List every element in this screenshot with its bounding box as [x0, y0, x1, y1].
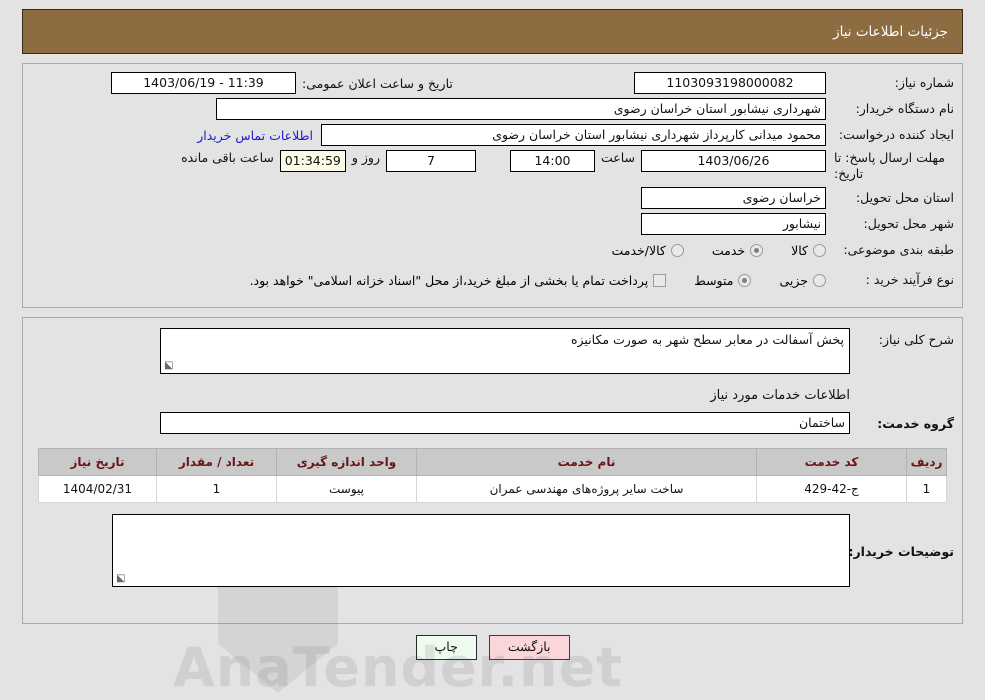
radio-icon-khedmat[interactable] [750, 243, 764, 257]
cell-service-code: ج-42-429 [756, 475, 907, 503]
row-subject-class: طبقه بندی موضوعی: کالا خدمت کالا/خدمت [31, 239, 954, 261]
cell-index: 1 [906, 475, 947, 503]
back-button[interactable]: بازگشت [488, 635, 570, 660]
radio-label-khedmat: خدمت [711, 242, 746, 258]
page-header: جزئیات اطلاعات نیاز [22, 9, 963, 54]
need-number-value: 1103093198000082 [634, 72, 826, 94]
requester-value: محمود میدانی کارپرداز شهرداری نیشابور اس… [321, 124, 826, 146]
col-unit: واحد اندازه گیری [276, 448, 417, 476]
general-desc-label: شرح کلی نیاز: [878, 332, 954, 347]
public-announce-label: تاریخ و ساعت اعلان عمومی: [302, 75, 453, 91]
radio-subject-khedmat[interactable]: خدمت [711, 242, 764, 258]
requester-label: ایجاد کننده درخواست: [838, 127, 954, 143]
deadline-time: 14:00 [509, 150, 595, 172]
need-details-panel: AnaTender.net شرح کلی نیاز: پخش آسفالت د… [22, 317, 963, 699]
general-desc-textarea[interactable]: پخش آسفالت در معابر سطح شهر به صورت مکان… [160, 328, 850, 374]
buyer-notes-label: توضیحات خریدار: [848, 544, 954, 559]
buyer-org-value: شهرداری نیشابور استان خراسان رضوی [216, 98, 826, 120]
buyer-notes-textarea[interactable]: ◪ [112, 514, 850, 587]
deadline-time-word: ساعت [600, 150, 635, 165]
service-group-label: گروه خدمت: [877, 415, 954, 431]
purchase-type-label: نوع فرآیند خرید : [865, 272, 954, 288]
resize-grip-icon-notes[interactable]: ◪ [116, 573, 126, 584]
buyer-org-label: نام دستگاه خریدار: [855, 101, 954, 117]
delivery-city-label: شهر محل تحویل: [863, 216, 954, 232]
delivery-city-value: نیشابور [641, 213, 826, 236]
radio-subject-kala-khedmat[interactable]: کالا/خدمت [611, 242, 684, 258]
radio-icon-kala[interactable] [813, 243, 826, 257]
radio-subject-kala[interactable]: کالا [791, 243, 826, 258]
services-heading-wrap: اطلاعات خدمات مورد نیاز [31, 378, 954, 412]
public-announce-value: 11:39 - 1403/06/19 [111, 72, 296, 94]
resize-grip-icon[interactable]: ◪ [164, 360, 174, 371]
radio-purchase-jozii[interactable]: جزیی [779, 273, 826, 288]
radio-icon-jozii[interactable] [813, 273, 826, 287]
col-service-name: نام خدمت [416, 448, 757, 476]
row-buyer-org: نام دستگاه خریدار: شهرداری نیشابور استان… [31, 98, 954, 120]
row-service-group: گروه خدمت: ساختمان [31, 412, 954, 434]
deadline-countdown: 01:34:59 [279, 150, 346, 172]
deadline-label: مهلت ارسال پاسخ: تا تاریخ: [826, 150, 954, 181]
cell-need-date: 1404/02/31 [38, 475, 157, 503]
row-requester: ایجاد کننده درخواست: محمود میدانی کارپرد… [31, 124, 954, 146]
page-title: جزئیات اطلاعات نیاز [833, 23, 948, 40]
radio-label-kala: کالا [791, 242, 808, 258]
service-group-value: ساختمان [160, 412, 850, 434]
buyer-contact-link[interactable]: اطلاعات تماس خریدار [189, 128, 321, 143]
col-need-date: تاریخ نیاز [38, 448, 157, 476]
checkbox-icon-treasury[interactable] [653, 273, 667, 287]
row-purchase-type: نوع فرآیند خرید : جزیی متوسط پرداخت تمام… [31, 269, 954, 291]
radio-icon-kala-khedmat[interactable] [670, 243, 684, 257]
checkbox-treasury-payment[interactable]: پرداخت تمام یا بخشی از مبلغ خرید،از محل … [250, 273, 667, 288]
col-service-code: کد خدمت [756, 448, 907, 476]
row-general-desc: شرح کلی نیاز: پخش آسفالت در معابر سطح شه… [31, 328, 954, 374]
table-row: 1 ج-42-429 ساخت سایر پروژه‌های مهندسی عم… [38, 475, 947, 503]
col-index: ردیف [906, 448, 947, 476]
cell-service-name: ساخت سایر پروژه‌های مهندسی عمران [416, 475, 757, 503]
table-header-row: ردیف کد خدمت نام خدمت واحد اندازه گیری ت… [38, 448, 947, 476]
radio-label-motavaset: متوسط [694, 272, 734, 288]
row-need-number: شماره نیاز: 1103093198000082 تاریخ و ساع… [31, 72, 954, 94]
row-deadline: مهلت ارسال پاسخ: تا تاریخ: 1403/06/26 سا… [31, 150, 954, 181]
deadline-days: 7 [385, 150, 476, 172]
subject-class-label: طبقه بندی موضوعی: [843, 242, 954, 258]
col-quantity: تعداد / مقدار [156, 448, 277, 476]
cell-quantity: 1 [156, 475, 277, 503]
checkbox-label-treasury: پرداخت تمام یا بخشی از مبلغ خرید،از محل … [249, 272, 649, 288]
cell-unit: پیوست [276, 475, 417, 503]
row-delivery-city: شهر محل تحویل: نیشابور [31, 213, 954, 236]
action-buttons: بازگشت چاپ [0, 635, 985, 660]
radio-purchase-motavaset[interactable]: متوسط [694, 272, 752, 288]
deadline-remaining-word: ساعت باقی مانده [181, 150, 274, 165]
deadline-label-line2: تاریخ: [834, 165, 864, 181]
general-desc-value: پخش آسفالت در معابر سطح شهر به صورت مکان… [570, 332, 844, 347]
print-button[interactable]: چاپ [415, 635, 477, 660]
deadline-date: 1403/06/26 [641, 150, 826, 172]
row-delivery-province: استان محل تحویل: خراسان رضوی [31, 187, 954, 210]
delivery-province-value: خراسان رضوی [641, 187, 826, 210]
deadline-days-word: روز و [351, 150, 380, 165]
row-buyer-notes: توضیحات خریدار: ◪ [31, 514, 954, 587]
radio-icon-motavaset[interactable] [738, 273, 752, 287]
need-number-label: شماره نیاز: [894, 75, 954, 91]
radio-label-kala-khedmat: کالا/خدمت [611, 242, 666, 258]
services-table: ردیف کد خدمت نام خدمت واحد اندازه گیری ت… [38, 448, 947, 503]
delivery-province-label: استان محل تحویل: [855, 190, 954, 206]
need-summary-panel: شماره نیاز: 1103093198000082 تاریخ و ساع… [22, 63, 963, 308]
radio-label-jozii: جزیی [779, 272, 808, 288]
services-heading: اطلاعات خدمات مورد نیاز [710, 387, 850, 403]
deadline-label-line1: مهلت ارسال پاسخ: تا [834, 150, 945, 165]
